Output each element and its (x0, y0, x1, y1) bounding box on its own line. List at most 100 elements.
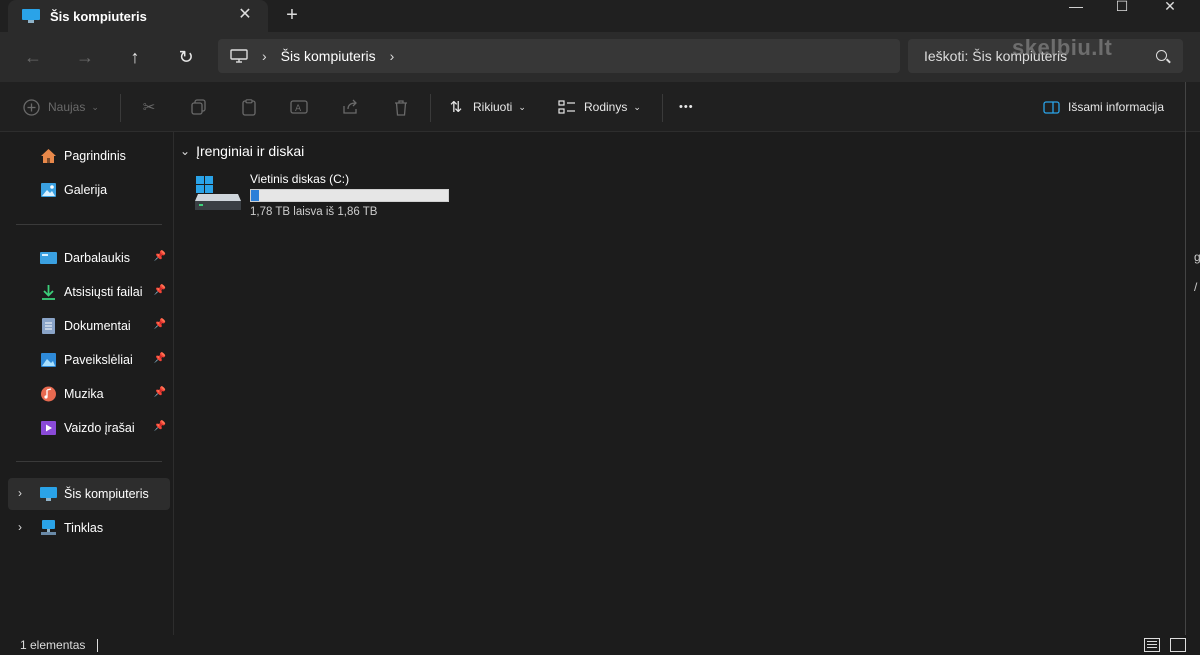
computer-icon (22, 9, 40, 23)
sidebar-item-gallery[interactable]: Galerija (8, 174, 170, 206)
navigation-pane: Pagrindinis Galerija Darbalaukis 📌 Atsis… (0, 132, 174, 635)
maximize-button[interactable]: ☐ (1098, 0, 1146, 20)
sidebar-item-label: Atsisiųsti failai (64, 285, 143, 299)
view-button[interactable]: Rodinys ⌄ (558, 82, 641, 132)
chevron-down-icon: ⌄ (633, 101, 641, 112)
sidebar-item-this-pc[interactable]: › Šis kompiuteris (8, 478, 170, 510)
edge-text: g (1194, 250, 1200, 264)
chevron-right-icon[interactable]: › (18, 520, 22, 534)
hard-drive-icon (195, 176, 241, 210)
pin-icon: 📌 (153, 353, 166, 364)
status-divider (97, 638, 99, 652)
breadcrumb-this-pc[interactable]: Šis kompiuteris (281, 48, 376, 64)
sidebar-item-documents[interactable]: Dokumentai 📌 (8, 310, 170, 342)
svg-text:A: A (295, 104, 302, 114)
pin-icon: 📌 (153, 251, 166, 262)
chevron-right-icon[interactable]: › (390, 48, 395, 64)
paste-button[interactable] (240, 82, 266, 132)
tab-label: Šis kompiuteris (50, 8, 147, 24)
details-pane-button[interactable]: Išsami informacija (1042, 82, 1164, 132)
sidebar-item-network[interactable]: › Tinklas (8, 512, 170, 544)
group-title: Įrenginiai ir diskai (196, 143, 305, 159)
sidebar-item-label: Tinklas (64, 521, 104, 535)
rename-button[interactable]: A (290, 82, 316, 132)
sidebar-item-pictures[interactable]: Paveikslėliai 📌 (8, 344, 170, 376)
forward-button[interactable]: → (72, 44, 98, 70)
gallery-icon (41, 183, 56, 197)
desktop-icon (40, 252, 57, 264)
sidebar-item-label: Paveikslėliai (64, 353, 133, 367)
copy-icon (190, 98, 208, 116)
sort-icon: ⇅ (449, 99, 463, 116)
pin-icon: 📌 (153, 421, 166, 432)
tab-close-icon[interactable]: ✕ (236, 6, 254, 24)
sort-label: Rikiuoti (473, 100, 513, 114)
video-icon (41, 421, 56, 435)
sidebar-item-label: Vaizdo įrašai (64, 421, 135, 435)
sidebar-item-music[interactable]: Muzika 📌 (8, 378, 170, 410)
sidebar-item-label: Muzika (64, 387, 104, 401)
copy-button[interactable] (190, 82, 216, 132)
chevron-right-icon[interactable]: › (262, 48, 267, 64)
chevron-down-icon: ⌄ (180, 144, 191, 158)
up-button[interactable]: ↑ (122, 44, 148, 70)
plus-circle-icon (22, 98, 40, 116)
command-bar: Naujas ⌄ ✂ A ⇅ Rikiuoti ⌄ Rodinys ⌄ ••• … (0, 82, 1200, 132)
sidebar-item-desktop[interactable]: Darbalaukis 📌 (8, 242, 170, 274)
ellipsis-icon: ••• (679, 101, 694, 113)
sidebar-item-videos[interactable]: Vaizdo įrašai 📌 (8, 412, 170, 444)
rename-icon: A (290, 98, 308, 116)
computer-icon (40, 487, 57, 501)
divider (16, 224, 162, 225)
refresh-button[interactable]: ↻ (173, 44, 199, 70)
cut-button[interactable]: ✂ (140, 82, 166, 132)
scissors-icon: ✂ (142, 99, 156, 116)
details-label: Išsami informacija (1068, 100, 1165, 114)
sort-button[interactable]: ⇅ Rikiuoti ⌄ (447, 82, 526, 132)
pictures-icon (41, 353, 56, 367)
divider (120, 94, 121, 122)
back-button[interactable]: ← (20, 44, 46, 70)
sidebar-item-downloads[interactable]: Atsisiųsti failai 📌 (8, 276, 170, 308)
network-icon (41, 520, 56, 535)
item-count: 1 elementas (20, 638, 86, 652)
drive-free-space: 1,78 TB laisva iš 1,86 TB (250, 206, 378, 218)
title-bar: Šis kompiuteris ✕ + — ☐ ✕ (0, 0, 1200, 32)
address-box[interactable]: › Šis kompiuteris › (218, 39, 900, 73)
group-header-devices[interactable]: ⌄ Įrenginiai ir diskai (180, 143, 304, 159)
document-icon (42, 318, 55, 334)
trash-icon (392, 98, 410, 116)
tab-this-pc[interactable]: Šis kompiuteris ✕ (8, 0, 268, 32)
new-button[interactable]: Naujas ⌄ (22, 82, 99, 132)
pin-icon: 📌 (153, 387, 166, 398)
drive-item-c[interactable]: Vietinis diskas (C:) 1,78 TB laisva iš 1… (194, 168, 464, 224)
search-icon (1156, 50, 1167, 61)
home-icon (41, 149, 56, 163)
drive-name: Vietinis diskas (C:) (250, 172, 350, 186)
share-icon (341, 98, 359, 116)
details-pane-icon (1042, 98, 1060, 116)
sidebar-item-home[interactable]: Pagrindinis (8, 140, 170, 172)
close-button[interactable]: ✕ (1146, 0, 1194, 20)
new-label: Naujas (48, 100, 86, 114)
clipboard-icon (240, 98, 258, 116)
minimize-button[interactable]: — (1052, 0, 1100, 20)
watermark: skelbiu.lt (1012, 35, 1113, 60)
new-tab-button[interactable]: + (282, 4, 302, 26)
divider (16, 461, 162, 462)
sidebar-item-label: Darbalaukis (64, 251, 131, 265)
delete-button[interactable] (392, 82, 418, 132)
view-label: Rodinys (584, 100, 628, 114)
sidebar-item-label: Dokumentai (64, 319, 131, 333)
chevron-right-icon[interactable]: › (18, 486, 22, 500)
details-view-icon[interactable] (1144, 638, 1160, 652)
view-layout-icon (558, 98, 576, 116)
more-options-button[interactable]: ••• (679, 82, 694, 132)
edge-text: / (1194, 280, 1198, 294)
share-button[interactable] (341, 82, 367, 132)
tiles-view-icon[interactable] (1170, 638, 1186, 652)
pin-icon: 📌 (153, 319, 166, 330)
music-icon (41, 386, 56, 402)
divider (430, 94, 431, 122)
monitor-icon (230, 49, 248, 63)
